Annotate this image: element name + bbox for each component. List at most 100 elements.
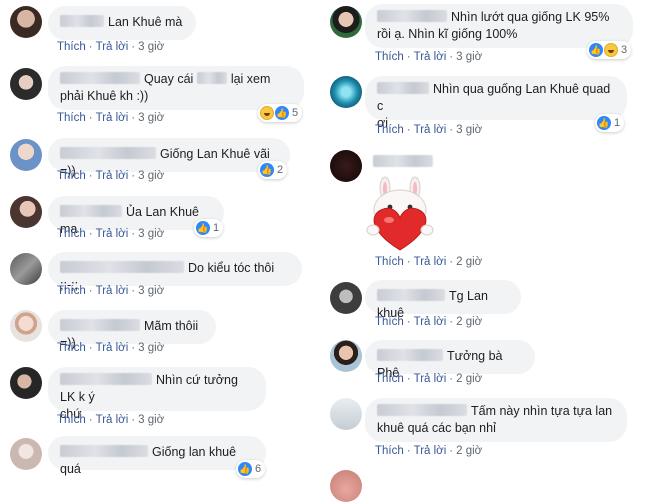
timestamp[interactable]: 3 giờ <box>138 112 164 124</box>
avatar[interactable] <box>10 6 42 38</box>
like-link[interactable]: Thích <box>57 414 86 426</box>
separator: · <box>449 373 454 385</box>
reply-link[interactable]: Trả lời <box>414 124 447 136</box>
reply-link[interactable]: Trả lời <box>414 51 447 63</box>
heart-bunny-sticker[interactable] <box>363 176 437 254</box>
redacted-name[interactable] <box>373 155 433 167</box>
avatar[interactable] <box>330 76 362 108</box>
avatar[interactable] <box>330 150 362 182</box>
separator: · <box>88 228 93 240</box>
timestamp[interactable]: 3 giờ <box>138 170 164 182</box>
comment-actions: Thích · Trả lời · 2 giờ <box>375 316 482 328</box>
avatar[interactable] <box>330 282 362 314</box>
reply-link[interactable]: Trả lời <box>96 228 129 240</box>
redacted-name[interactable] <box>60 72 140 84</box>
reaction-summary[interactable]: 👍 6 <box>236 460 266 478</box>
separator: · <box>131 228 136 240</box>
reply-link[interactable]: Trả lời <box>414 445 447 457</box>
redacted-name[interactable] <box>60 147 156 159</box>
reply-link[interactable]: Trả lời <box>96 170 129 182</box>
timestamp[interactable]: 3 giờ <box>138 41 164 53</box>
reaction-summary[interactable]: 👍 1 <box>595 114 625 132</box>
comment-bubble: Tg Lan khuê <box>365 280 521 320</box>
timestamp[interactable]: 2 giờ <box>456 256 482 268</box>
timestamp[interactable]: 2 giờ <box>456 445 482 457</box>
comment-text: Lan Khuê mà <box>108 15 183 29</box>
comment-actions: Thích · Trả lời · 3 giờ <box>57 41 164 53</box>
haha-icon <box>604 43 618 57</box>
like-link[interactable]: Thích <box>375 373 404 385</box>
like-link[interactable]: Thích <box>375 316 404 328</box>
separator: · <box>449 124 454 136</box>
redacted-name[interactable] <box>60 445 148 457</box>
comment-actions: Thích · Trả lời · 2 giờ <box>375 256 482 268</box>
like-link[interactable]: Thích <box>375 445 404 457</box>
reply-link[interactable]: Trả lời <box>96 285 129 297</box>
reaction-count: 1 <box>614 117 621 129</box>
avatar[interactable] <box>10 310 42 342</box>
redacted-name[interactable] <box>60 261 184 273</box>
reaction-count: 3 <box>621 44 628 56</box>
comment-bubble: Giống Lan Khuê vãi =)) <box>48 138 290 178</box>
like-link[interactable]: Thích <box>57 112 86 124</box>
like-link[interactable]: Thích <box>375 124 404 136</box>
reply-link[interactable]: Trả lời <box>96 41 129 53</box>
timestamp[interactable]: 2 giờ <box>456 316 482 328</box>
timestamp[interactable]: 3 giờ <box>138 228 164 240</box>
reaction-summary[interactable]: 👍 1 <box>194 219 224 237</box>
redacted-name[interactable] <box>377 82 429 94</box>
redacted-name[interactable] <box>60 15 104 27</box>
separator: · <box>88 41 93 53</box>
like-link[interactable]: Thích <box>57 228 86 240</box>
comment-actions: Thích · Trả lời · 3 giờ <box>375 51 482 63</box>
redacted-name[interactable] <box>60 373 152 385</box>
redacted-name[interactable] <box>377 289 445 301</box>
timestamp[interactable]: 3 giờ <box>138 414 164 426</box>
like-link[interactable]: Thích <box>57 285 86 297</box>
like-link[interactable]: Thích <box>57 170 86 182</box>
redacted-name[interactable] <box>60 319 140 331</box>
reply-link[interactable]: Trả lời <box>96 342 129 354</box>
timestamp[interactable]: 2 giờ <box>456 373 482 385</box>
separator: · <box>406 51 411 63</box>
separator: · <box>406 373 411 385</box>
avatar[interactable] <box>330 6 362 38</box>
avatar[interactable] <box>10 438 42 470</box>
reply-link[interactable]: Trả lời <box>414 256 447 268</box>
timestamp[interactable]: 3 giờ <box>138 342 164 354</box>
timestamp[interactable]: 3 giờ <box>138 285 164 297</box>
avatar[interactable] <box>10 367 42 399</box>
reaction-summary[interactable]: 👍 2 <box>258 161 288 179</box>
avatar[interactable] <box>10 253 42 285</box>
reaction-count: 1 <box>213 222 220 234</box>
redacted-name[interactable] <box>377 404 467 416</box>
reaction-summary[interactable]: 👍 3 <box>587 41 632 59</box>
separator: · <box>406 316 411 328</box>
redacted-name[interactable] <box>377 10 447 22</box>
comment-text: lại xem <box>230 72 271 86</box>
like-link[interactable]: Thích <box>57 342 86 354</box>
redacted-word <box>196 72 227 84</box>
redacted-name[interactable] <box>377 349 443 361</box>
avatar[interactable] <box>330 398 362 430</box>
comment-bubble: Nhìn cứ tưởng LK k ý chứ <box>48 367 266 421</box>
reply-link[interactable]: Trả lời <box>414 373 447 385</box>
redacted-name[interactable] <box>60 205 122 217</box>
avatar[interactable] <box>10 68 42 100</box>
timestamp[interactable]: 3 giờ <box>456 51 482 63</box>
avatar[interactable] <box>330 470 362 502</box>
reply-link[interactable]: Trả lời <box>414 316 447 328</box>
reply-link[interactable]: Trả lời <box>96 112 129 124</box>
like-link[interactable]: Thích <box>375 256 404 268</box>
timestamp[interactable]: 3 giờ <box>456 124 482 136</box>
reply-link[interactable]: Trả lời <box>96 414 129 426</box>
reaction-count: 5 <box>292 107 299 119</box>
like-link[interactable]: Thích <box>57 41 86 53</box>
avatar[interactable] <box>10 139 42 171</box>
avatar[interactable] <box>330 340 362 372</box>
like-link[interactable]: Thích <box>375 51 404 63</box>
avatar[interactable] <box>10 196 42 228</box>
comment-actions: Thích · Trả lời · 2 giờ <box>375 373 482 385</box>
separator: · <box>449 445 454 457</box>
reaction-summary[interactable]: 👍 5 <box>258 104 303 122</box>
